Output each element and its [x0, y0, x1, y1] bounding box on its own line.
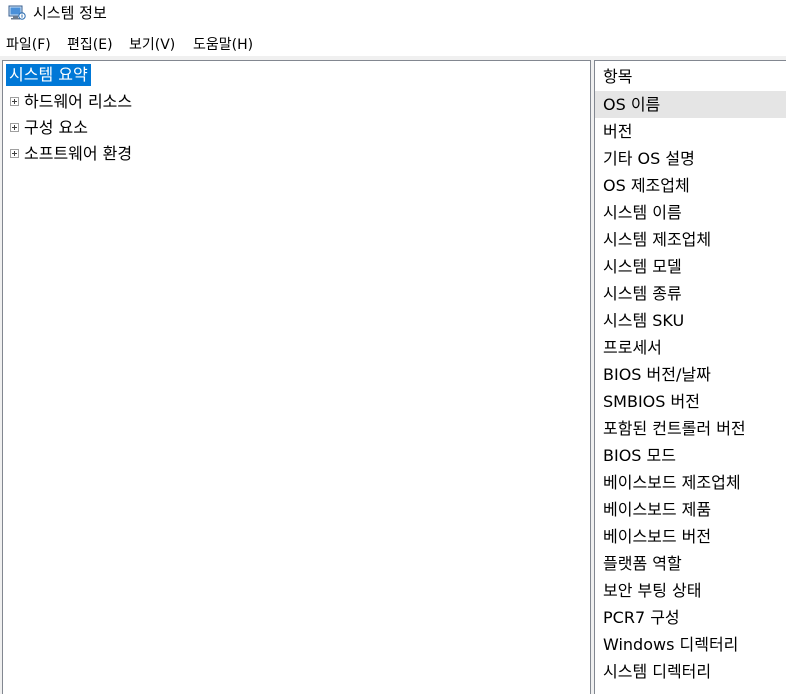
- content-area: 시스템 요약 하드웨어 리소스 구성 요소 소프트웨어 환경 항목 OS 이름 버…: [0, 56, 786, 694]
- list-item[interactable]: 시스템 제조업체: [595, 226, 786, 253]
- list-item[interactable]: 시스템 종류: [595, 280, 786, 307]
- menu-help[interactable]: 도움말(H): [193, 36, 253, 54]
- details-list[interactable]: 항목 OS 이름 버전 기타 OS 설명 OS 제조업체 시스템 이름 시스템 제조업체 시…: [594, 60, 786, 694]
- expand-plus-icon[interactable]: [10, 149, 19, 158]
- list-item[interactable]: 베이스보드 제조업체: [595, 469, 786, 496]
- system-information-window: 시스템 정보 파일(F) 편집(E) 보기(V) 도움말(H) 시스템 요약 하…: [0, 0, 786, 694]
- list-item[interactable]: 플랫폼 역할: [595, 550, 786, 577]
- list-item[interactable]: SMBIOS 버전: [595, 388, 786, 415]
- list-item[interactable]: 시스템 모델: [595, 253, 786, 280]
- list-item[interactable]: 포함된 컨트롤러 버전: [595, 415, 786, 442]
- menu-edit[interactable]: 편집(E): [67, 36, 113, 54]
- list-item[interactable]: BIOS 모드: [595, 442, 786, 469]
- system-information-icon: [8, 5, 26, 21]
- list-item[interactable]: OS 제조업체: [595, 172, 786, 199]
- list-item[interactable]: 기타 OS 설명: [595, 145, 786, 172]
- category-tree[interactable]: 시스템 요약 하드웨어 리소스 구성 요소 소프트웨어 환경: [2, 60, 591, 694]
- menu-file[interactable]: 파일(F): [6, 36, 51, 54]
- list-item[interactable]: 베이스보드 버전: [595, 523, 786, 550]
- list-item[interactable]: 베이스보드 제품: [595, 496, 786, 523]
- list-item[interactable]: OS 이름: [595, 91, 786, 118]
- expand-plus-icon[interactable]: [10, 123, 19, 132]
- list-item[interactable]: 시스템 이름: [595, 199, 786, 226]
- list-item[interactable]: 시스템 디렉터리: [595, 658, 786, 685]
- list-item[interactable]: Windows 디렉터리: [595, 631, 786, 658]
- menu-bar: 파일(F) 편집(E) 보기(V) 도움말(H): [0, 32, 786, 56]
- column-header-item[interactable]: 항목: [595, 64, 786, 90]
- list-item[interactable]: 보안 부팅 상태: [595, 577, 786, 604]
- list-item[interactable]: 버전: [595, 118, 786, 145]
- tree-item-label: 구성 요소: [24, 118, 88, 137]
- list-item[interactable]: 프로세서: [595, 334, 786, 361]
- tree-item-label: 하드웨어 리소스: [24, 92, 133, 111]
- window-title: 시스템 정보: [33, 4, 107, 22]
- list-item[interactable]: BIOS 버전/날짜: [595, 361, 786, 388]
- expand-plus-icon[interactable]: [10, 97, 19, 106]
- tree-item-system-summary[interactable]: 시스템 요약: [6, 64, 91, 86]
- list-item[interactable]: 시스템 SKU: [595, 307, 786, 334]
- tree-item-label: 소프트웨어 환경: [24, 144, 133, 163]
- title-bar[interactable]: 시스템 정보: [0, 0, 786, 28]
- menu-view[interactable]: 보기(V): [129, 36, 175, 54]
- list-item[interactable]: PCR7 구성: [595, 604, 786, 631]
